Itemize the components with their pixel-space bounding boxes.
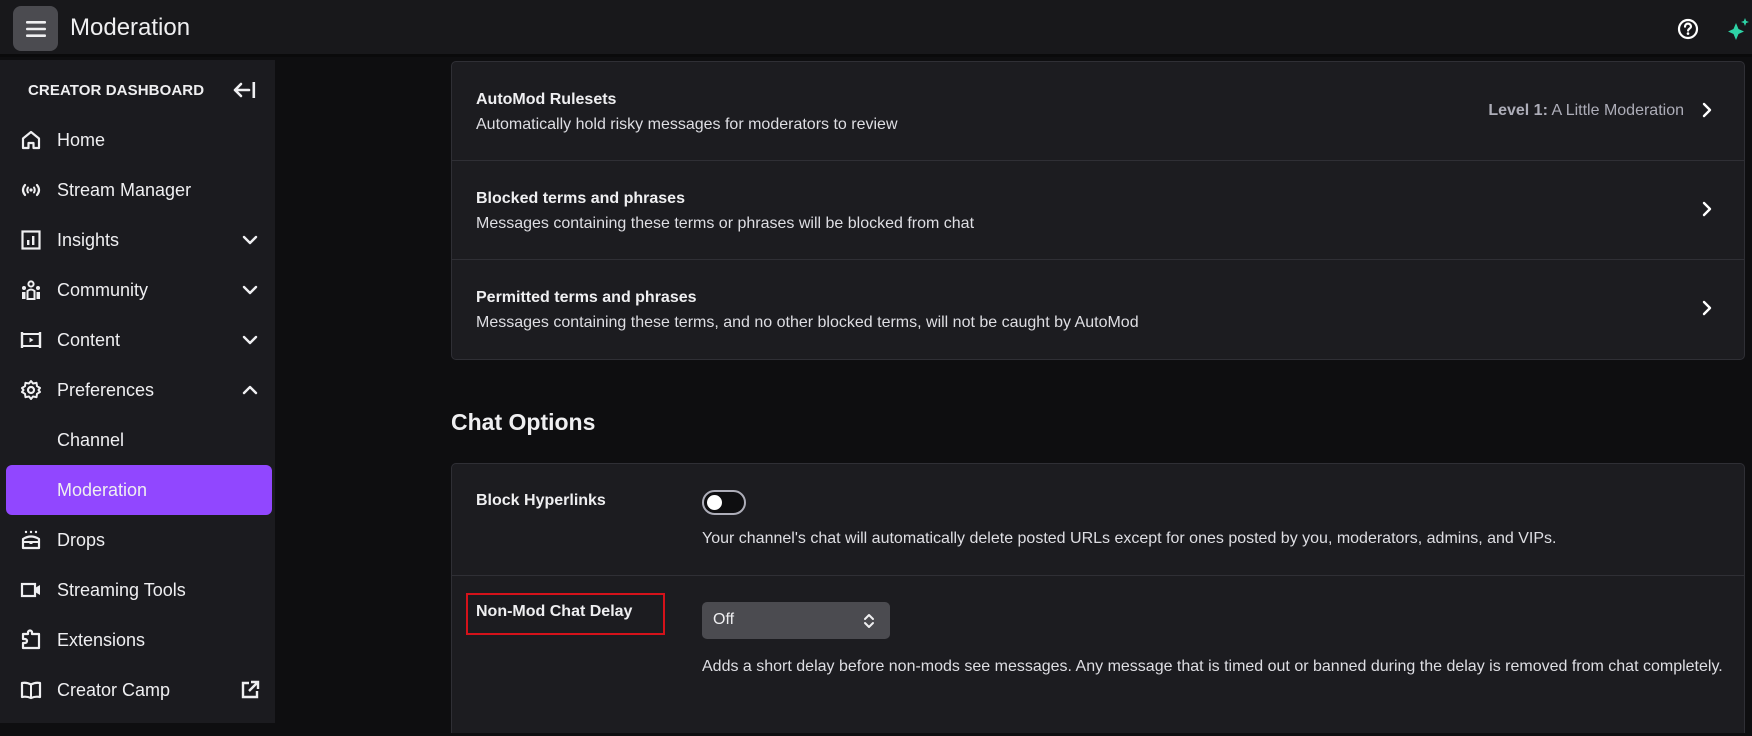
sidebar-item-home[interactable]: Home xyxy=(6,115,272,165)
block-hyperlinks-description: Your channel's chat will automatically d… xyxy=(702,530,1557,547)
row-description: Messages containing these terms or phras… xyxy=(476,215,975,232)
automod-card: AutoMod Rulesets Automatically hold risk… xyxy=(451,61,1745,360)
sidebar-item-insights[interactable]: Insights xyxy=(6,215,272,265)
non-mod-chat-delay-label: Non-Mod Chat Delay xyxy=(476,603,633,620)
sidebar-item-drops[interactable]: Drops xyxy=(6,515,272,565)
chevron-down-icon[interactable] xyxy=(240,280,260,300)
sidebar-item-creator-camp[interactable]: Creator Camp xyxy=(6,665,272,715)
row-description: Automatically hold risky messages for mo… xyxy=(476,116,898,133)
section-heading-chat-options: Chat Options xyxy=(451,409,596,435)
block-hyperlinks-label: Block Hyperlinks xyxy=(476,492,606,509)
block-hyperlinks-toggle[interactable] xyxy=(702,490,746,515)
sidebar-item-label: Preferences xyxy=(57,379,155,400)
permitted-terms-row[interactable]: Permitted terms and phrases Messages con… xyxy=(452,260,1744,359)
menu-button[interactable] xyxy=(13,6,58,51)
sidebar: CREATOR DASHBOARD Home Stream Manager In… xyxy=(0,60,275,723)
sidebar-item-preferences[interactable]: Preferences xyxy=(6,365,272,415)
gear-icon xyxy=(21,380,41,400)
row-title: AutoMod Rulesets xyxy=(476,91,617,108)
home-icon xyxy=(21,130,41,150)
chevron-up-icon[interactable] xyxy=(240,380,260,400)
help-icon[interactable] xyxy=(1677,18,1699,40)
broadcast-icon xyxy=(21,183,41,197)
chevron-down-icon[interactable] xyxy=(240,330,260,350)
sidebar-item-moderation[interactable]: Moderation xyxy=(6,465,272,515)
sidebar-item-label: Moderation xyxy=(57,479,148,500)
sidebar-item-label: Community xyxy=(57,279,149,300)
chat-options-card: Block Hyperlinks Your channel's chat wil… xyxy=(451,463,1745,733)
sidebar-item-streaming-tools[interactable]: Streaming Tools xyxy=(6,565,272,615)
page-title: Moderation xyxy=(70,14,191,41)
sidebar-item-label: Insights xyxy=(57,229,120,250)
automod-level-value: Level 1: A Little Moderation xyxy=(1488,102,1684,120)
drops-icon xyxy=(21,530,41,550)
chevron-right-icon[interactable] xyxy=(1698,101,1716,119)
sidebar-title: CREATOR DASHBOARD xyxy=(28,82,205,99)
select-updown-icon xyxy=(864,614,874,628)
sidebar-item-label: Creator Camp xyxy=(57,679,171,700)
non-mod-chat-delay-select[interactable]: Off xyxy=(702,602,890,639)
chevron-down-icon[interactable] xyxy=(240,230,260,250)
sidebar-item-label: Channel xyxy=(57,429,125,450)
sidebar-item-label: Streaming Tools xyxy=(57,579,186,600)
top-bar: Moderation xyxy=(0,0,1752,57)
chevron-right-icon[interactable] xyxy=(1698,299,1716,317)
sidebar-item-community[interactable]: Community xyxy=(6,265,272,315)
chevron-right-icon[interactable] xyxy=(1698,200,1716,218)
sidebar-item-label: Content xyxy=(57,329,121,350)
video-icon xyxy=(20,332,42,348)
camera-icon xyxy=(20,582,40,598)
sidebar-item-label: Home xyxy=(57,129,106,150)
row-title: Permitted terms and phrases xyxy=(476,289,697,306)
sidebar-item-label: Extensions xyxy=(57,629,146,650)
sparkle-icon[interactable] xyxy=(1726,16,1752,42)
chart-icon xyxy=(21,230,41,250)
sidebar-item-stream-manager[interactable]: Stream Manager xyxy=(6,165,272,215)
community-icon xyxy=(22,280,40,300)
select-value: Off xyxy=(713,611,735,628)
toggle-knob xyxy=(707,495,722,510)
sidebar-item-content[interactable]: Content xyxy=(6,315,272,365)
blocked-terms-row[interactable]: Blocked terms and phrases Messages conta… xyxy=(452,161,1744,260)
sidebar-item-label: Drops xyxy=(57,529,106,550)
automod-level-name: A Little Moderation xyxy=(1551,102,1684,119)
sidebar-item-extensions[interactable]: Extensions xyxy=(6,615,272,665)
non-mod-chat-delay-row: Non-Mod Chat Delay Off Adds a short dela… xyxy=(452,576,1744,736)
external-link-icon xyxy=(241,680,260,699)
sidebar-item-label: Stream Manager xyxy=(57,179,192,200)
non-mod-chat-delay-description: Adds a short delay before non-mods see m… xyxy=(702,658,1723,675)
collapse-left-icon[interactable] xyxy=(232,79,258,101)
row-description: Messages containing these terms, and no … xyxy=(476,314,1139,331)
hamburger-icon xyxy=(25,20,46,37)
block-hyperlinks-row: Block Hyperlinks Your channel's chat wil… xyxy=(452,464,1744,576)
sidebar-item-channel[interactable]: Channel xyxy=(6,415,272,465)
automod-rulesets-row[interactable]: AutoMod Rulesets Automatically hold risk… xyxy=(452,62,1744,161)
book-icon xyxy=(20,681,42,700)
automod-level-label: Level 1: xyxy=(1488,102,1548,119)
row-title: Blocked terms and phrases xyxy=(476,190,685,207)
puzzle-icon xyxy=(21,629,41,650)
